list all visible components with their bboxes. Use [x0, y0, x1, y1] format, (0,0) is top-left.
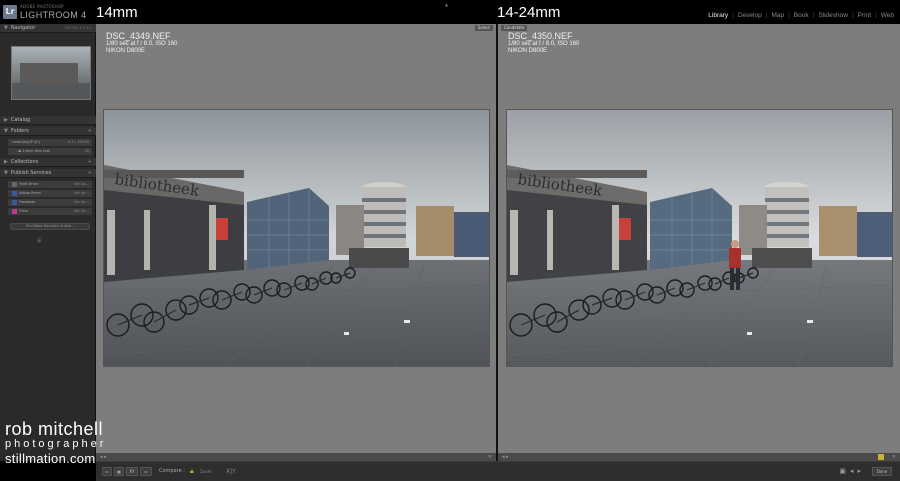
- select-info-overlay: DSC_4349.NEF 1/80 sec at f / 8.0, ISO 16…: [106, 31, 177, 55]
- panel-end-ornament-icon: ❦: [36, 236, 43, 245]
- folders-header[interactable]: ▼ Folders +: [0, 127, 96, 136]
- drive-space: 6.5 / 465GB: [68, 140, 89, 144]
- close-select-icon[interactable]: ✕: [488, 453, 492, 461]
- module-develop[interactable]: Develop: [734, 12, 766, 19]
- navigator-preview[interactable]: [11, 46, 91, 100]
- flickr-icon: [12, 208, 17, 214]
- module-web[interactable]: Web: [877, 12, 898, 19]
- select-photo[interactable]: bibliotheek: [103, 109, 490, 367]
- select-pane-footer: ◂ ▸ ✕: [96, 453, 496, 461]
- publish-flickr[interactable]: Flickr Set Up...: [8, 208, 92, 215]
- next-arrow-icon[interactable]: ▸: [857, 467, 865, 475]
- select-pane[interactable]: Select DSC_4349.NEF 1/80 sec at f / 8.0,…: [96, 24, 496, 461]
- select-candidate-icon[interactable]: ▣: [839, 467, 850, 475]
- collections-header[interactable]: ▶ Collections +: [0, 158, 96, 167]
- publish-facebook[interactable]: Facebook Set Up...: [8, 199, 92, 206]
- left-lens-label: 14mm: [96, 4, 138, 21]
- add-icon[interactable]: +: [88, 169, 92, 178]
- expand-triangle-icon: ▼: [4, 170, 8, 176]
- candidate-pane-footer: ◂ ▸ ✕: [498, 453, 900, 461]
- collapse-triangle-icon: ▶: [4, 117, 8, 123]
- collapse-triangle-icon: ▶: [4, 159, 8, 165]
- collections-label: Collections: [10, 159, 39, 165]
- module-slideshow[interactable]: Slideshow: [814, 12, 852, 19]
- right-lens-label: 14-24mm: [497, 4, 561, 21]
- select-exposure: 1/80 sec at f / 8.0, ISO 160: [106, 41, 178, 47]
- flag-icon[interactable]: [878, 454, 884, 460]
- watermark-title: photographer: [5, 438, 107, 450]
- compare-label: Compare :: [159, 468, 185, 474]
- catalog-label: Catalog: [10, 117, 31, 123]
- loupe-view-button[interactable]: ▦: [114, 467, 124, 476]
- app-title: LIGHTROOM 4: [20, 10, 87, 20]
- survey-view-button[interactable]: ▭: [140, 467, 152, 476]
- drive-row[interactable]: Lexar(w/n)P (S:) 6.5 / 465GB: [8, 139, 92, 146]
- folder-count: 26: [84, 149, 89, 153]
- candidate-photo[interactable]: bibliotheek: [506, 109, 893, 367]
- expand-triangle-icon: ▼: [4, 25, 8, 31]
- candidate-camera: NIKON D800E: [508, 48, 548, 54]
- select-tag: Select: [474, 25, 493, 31]
- panel-collapse-arrow-icon[interactable]: ▲: [445, 2, 451, 7]
- adobe-label: ADOBE PHOTOSHOP: [20, 4, 64, 9]
- revel-icon: [12, 190, 17, 196]
- zoom-label: Zoom: [200, 469, 212, 474]
- toolbar-right-icons: ▣◂▸: [839, 467, 865, 475]
- lightroom-logo-icon: Lr: [3, 5, 17, 19]
- photographer-watermark: rob mitchell photographer stillmation.co…: [5, 420, 106, 466]
- done-button[interactable]: Done: [872, 467, 892, 476]
- publish-hard-drive[interactable]: Hard Drive Set Up...: [8, 181, 92, 188]
- add-icon[interactable]: +: [88, 127, 92, 136]
- add-icon[interactable]: +: [88, 158, 92, 167]
- module-picker: Library | Develop | Map | Book | Slideshow | …: [704, 12, 898, 19]
- navigator-label: Navigator: [10, 25, 36, 31]
- swap-icon[interactable]: X|Y: [226, 468, 236, 475]
- facebook-icon: [12, 199, 17, 205]
- module-library[interactable]: Library: [704, 12, 732, 19]
- navigator-zoom-modes[interactable]: FIT FILL 1:1 3:1: [65, 24, 92, 33]
- pane-collapse-icon[interactable]: ◂ ▸: [502, 453, 509, 461]
- watermark-name: rob mitchell: [5, 419, 104, 439]
- drive-name: Lexar(w/n)P (S:): [12, 140, 40, 144]
- module-map[interactable]: Map: [767, 12, 788, 19]
- module-print[interactable]: Print: [854, 12, 875, 19]
- watermark-site: stillmation.com: [5, 451, 96, 466]
- bottom-toolbar: ▭ ▦ XY ▭ Compare : 🔒︎ Zoom X|Y ▣◂▸ Done: [96, 461, 900, 481]
- select-camera: NIKON D800E: [106, 48, 146, 54]
- folder-row[interactable]: ▬ 14mm lens test 26: [8, 148, 92, 155]
- publish-services-header[interactable]: ▼ Publish Services +: [0, 169, 96, 178]
- publish-adobe-revel[interactable]: Adobe Revel Set Up...: [8, 190, 92, 197]
- compare-view-button[interactable]: XY: [126, 467, 138, 476]
- expand-triangle-icon: ▼: [4, 128, 8, 134]
- candidate-pane[interactable]: Candidate DSC_4350.NEF 1/80 sec at f / 8…: [498, 24, 900, 461]
- candidate-exposure: 1/80 sec at f / 8.0, ISO 160: [508, 41, 580, 47]
- find-more-services-button[interactable]: Find More Services Online...: [10, 223, 90, 230]
- hard-drive-icon: [12, 181, 17, 187]
- lock-icon[interactable]: 🔒︎: [190, 467, 196, 475]
- publish-services-label: Publish Services: [10, 170, 52, 176]
- folders-label: Folders: [10, 128, 29, 134]
- navigator-header[interactable]: ▼ Navigator FIT FILL 1:1 3:1: [0, 24, 96, 33]
- catalog-header[interactable]: ▶ Catalog: [0, 116, 96, 125]
- left-panel: ▼ Navigator FIT FILL 1:1 3:1 ▶ Catalog ▼ Fo…: [0, 24, 96, 461]
- compare-view: Select DSC_4349.NEF 1/80 sec at f / 8.0,…: [96, 24, 900, 461]
- grid-view-button[interactable]: ▭: [102, 467, 112, 476]
- select-filename: DSC_4349.NEF: [106, 31, 171, 41]
- close-candidate-icon[interactable]: ✕: [892, 453, 896, 461]
- candidate-info-overlay: DSC_4350.NEF 1/80 sec at f / 8.0, ISO 16…: [508, 31, 579, 55]
- module-book[interactable]: Book: [790, 12, 813, 19]
- candidate-filename: DSC_4350.NEF: [508, 31, 573, 41]
- folder-name: 14mm lens test: [22, 149, 50, 153]
